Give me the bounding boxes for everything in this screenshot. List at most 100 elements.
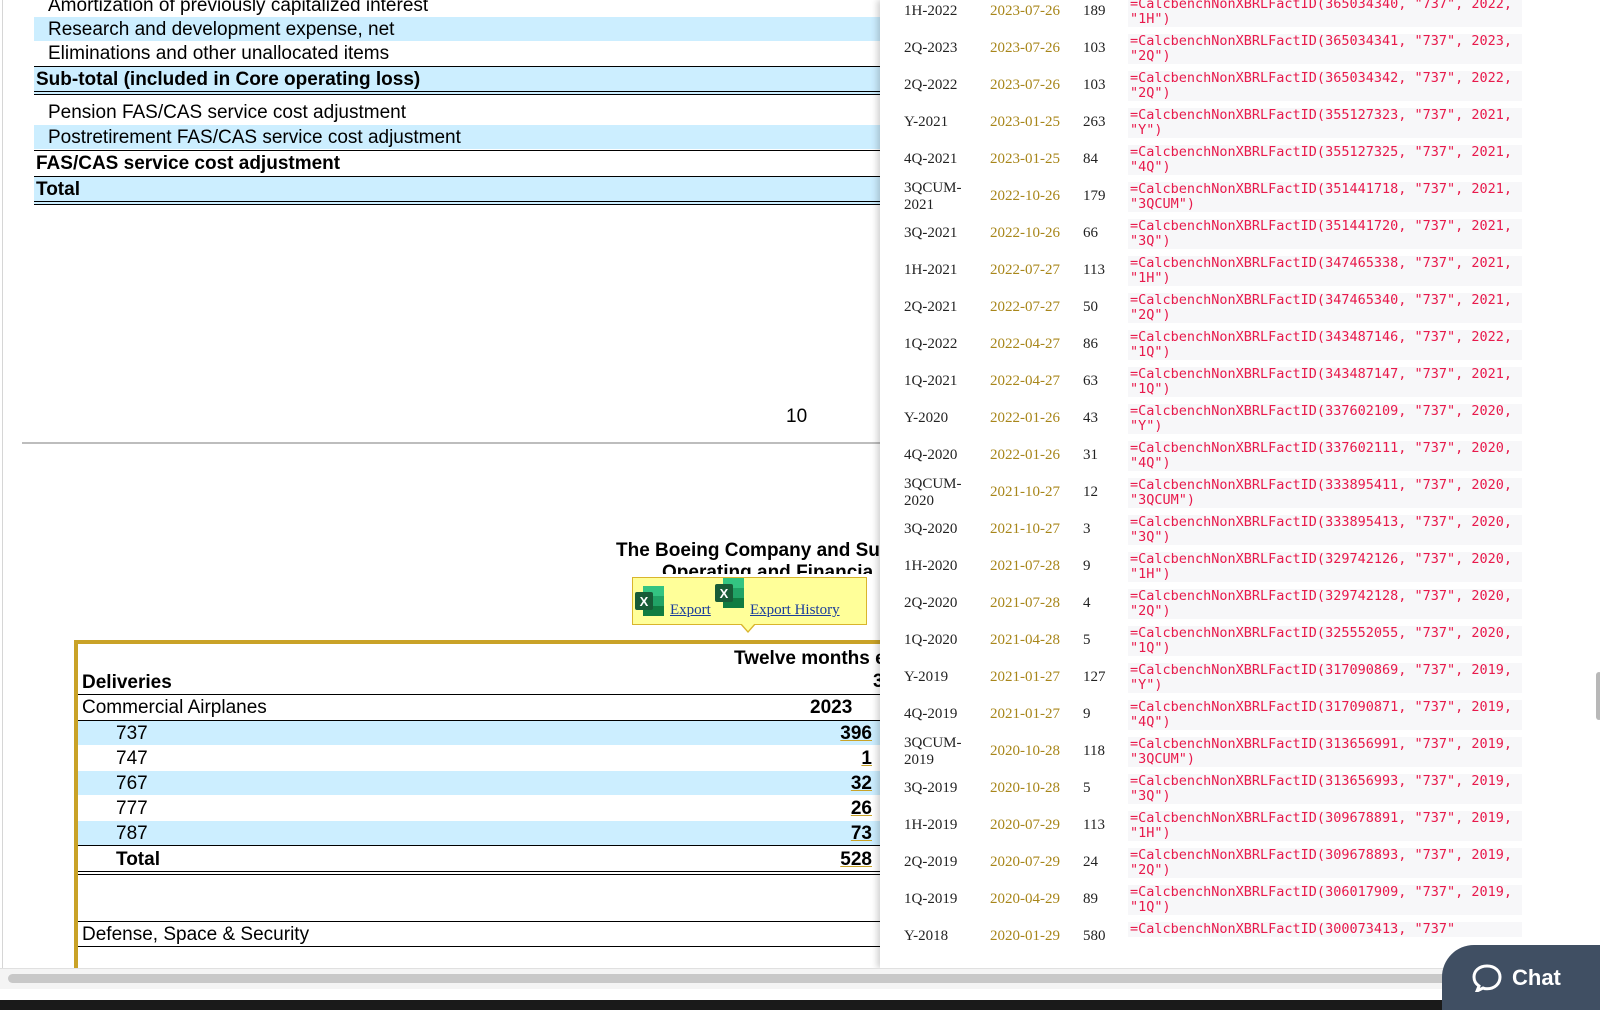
fact-formula[interactable]: =CalcbenchNonXBRLFactID(300073413, "737" [1128,922,1522,937]
fact-formula[interactable]: =CalcbenchNonXBRLFactID(306017909, "737"… [1128,885,1522,915]
fact-formula[interactable]: =CalcbenchNonXBRLFactID(329742128, "737"… [1128,589,1522,619]
delivery-value[interactable]: 396 [840,723,872,745]
row-label: Postretirement FAS/CAS service cost adju… [48,127,461,148]
fact-row[interactable]: 4Q-2019 2021-01-27 9 =CalcbenchNonXBRLFactI… [880,696,1600,733]
fact-row[interactable]: 3Q-2019 2020-10-28 5 =CalcbenchNonXBRLFactI… [880,770,1600,807]
fact-date: 2022-01-26 [990,447,1060,463]
popup-tail-fill [741,623,755,631]
fact-formula[interactable]: =CalcbenchNonXBRLFactID(351441718, "737"… [1128,182,1522,212]
statement-title: The Boeing Company and Su [616,540,880,561]
fact-date: 2022-01-26 [990,410,1060,426]
deliveries-table: Twelve months e 3 Deliveries Commercial … [74,640,880,968]
fact-formula[interactable]: =CalcbenchNonXBRLFactID(309678891, "737"… [1128,811,1522,841]
fact-formula[interactable]: =CalcbenchNonXBRLFactID(355127323, "737"… [1128,108,1522,138]
fact-formula[interactable]: =CalcbenchNonXBRLFactID(313656993, "737"… [1128,774,1522,804]
fact-formula[interactable]: =CalcbenchNonXBRLFactID(355127325, "737"… [1128,145,1522,175]
fact-value: 66 [1083,225,1098,241]
fact-row[interactable]: 2Q-2023 2023-07-26 103 =CalcbenchNonXBRLFac… [880,30,1600,67]
fact-date: 2020-07-29 [990,854,1060,870]
fact-row[interactable]: 1Q-2021 2022-04-27 63 =CalcbenchNonXBRLFact… [880,363,1600,400]
fact-row[interactable]: Y-2021 2023-01-25 263 =CalcbenchNonXBRLFact… [880,104,1600,141]
fact-period: 1H-2021 [904,262,958,278]
fact-row[interactable]: 1Q-2022 2022-04-27 86 =CalcbenchNonXBRLFact… [880,326,1600,363]
export-history-link[interactable]: Export History [750,602,840,619]
fact-period: 1Q-2021 [904,373,958,389]
excel-icon[interactable]: X [635,585,665,617]
fact-row[interactable]: 1Q-2020 2021-04-28 5 =CalcbenchNonXBRLFactI… [880,622,1600,659]
fact-value: 5 [1083,780,1091,796]
fact-row[interactable]: Y-2020 2022-01-26 43 =CalcbenchNonXBRLFactI… [880,400,1600,437]
fact-formula[interactable]: =CalcbenchNonXBRLFactID(343487147, "737"… [1128,367,1522,397]
fact-period: 4Q-2020 [904,447,958,463]
fact-row[interactable]: 1H-2022 2023-07-26 189 =CalcbenchNonXBRLFac… [880,0,1600,30]
horizontal-scroll-thumb[interactable] [8,974,1448,983]
fact-row[interactable]: 3QCUM- 2020 2021-10-27 12 =CalcbenchNonXBRL… [880,474,1600,511]
fact-period: Y-2021 [904,114,949,130]
table-row: 737 396 [78,721,880,745]
fact-date: 2020-01-29 [990,928,1060,944]
fact-row[interactable]: 3QCUM- 2021 2022-10-26 179 =CalcbenchNonXBR… [880,178,1600,215]
vertical-scroll-thumb[interactable] [1596,672,1600,720]
fact-period: 4Q-2019 [904,706,958,722]
row-pension-adjustment: Pension FAS/CAS service cost adjustment [34,100,880,124]
fact-date: 2022-07-27 [990,262,1060,278]
fact-date: 2021-10-27 [990,484,1060,500]
fact-row[interactable]: Y-2019 2021-01-27 127 =CalcbenchNonXBRLFact… [880,659,1600,696]
fact-value: 12 [1083,484,1098,500]
fact-formula[interactable]: =CalcbenchNonXBRLFactID(309678893, "737"… [1128,848,1522,878]
fact-row[interactable]: 2Q-2019 2020-07-29 24 =CalcbenchNonXBRLFact… [880,844,1600,881]
fact-formula[interactable]: =CalcbenchNonXBRLFactID(351441720, "737"… [1128,219,1522,249]
fact-row[interactable]: 4Q-2021 2023-01-25 84 =CalcbenchNonXBRLFact… [880,141,1600,178]
fact-formula[interactable]: =CalcbenchNonXBRLFactID(347465340, "737"… [1128,293,1522,323]
fact-formula[interactable]: =CalcbenchNonXBRLFactID(343487146, "737"… [1128,330,1522,360]
fact-value: 113 [1083,262,1105,278]
table-row: 787 73 [78,821,880,846]
fact-row[interactable]: 1Q-2019 2020-04-29 89 =CalcbenchNonXBRLFact… [880,881,1600,918]
fact-row[interactable]: 4Q-2020 2022-01-26 31 =CalcbenchNonXBRLFact… [880,437,1600,474]
total-value[interactable]: 528 [840,849,872,871]
delivery-value[interactable]: 26 [851,798,872,820]
fact-value: 9 [1083,706,1091,722]
fact-formula[interactable]: =CalcbenchNonXBRLFactID(365034341, "737"… [1128,34,1522,64]
fact-date: 2023-01-25 [990,151,1060,167]
fact-row[interactable]: 2Q-2022 2023-07-26 103 =CalcbenchNonXBRLFac… [880,67,1600,104]
fact-formula[interactable]: =CalcbenchNonXBRLFactID(365034340, "737"… [1128,0,1522,27]
fact-period: 3Q-2019 [904,780,958,796]
fact-value: 127 [1083,669,1106,685]
fact-value: 189 [1083,3,1106,19]
fact-formula[interactable]: =CalcbenchNonXBRLFactID(333895411, "737"… [1128,478,1522,508]
fact-row[interactable]: 1H-2019 2020-07-29 113 =CalcbenchNonXBRLFac… [880,807,1600,844]
fact-formula[interactable]: =CalcbenchNonXBRLFactID(313656991, "737"… [1128,737,1522,767]
fact-formula[interactable]: =CalcbenchNonXBRLFactID(337602111, "737"… [1128,441,1522,471]
fact-row[interactable]: 3QCUM- 2019 2020-10-28 118 =CalcbenchNonXBR… [880,733,1600,770]
delivery-value[interactable]: 73 [851,823,872,845]
fact-period: 3QCUM- 2019 [904,735,962,768]
fact-formula[interactable]: =CalcbenchNonXBRLFactID(317090869, "737"… [1128,663,1522,693]
excel-history-icon[interactable]: X [715,577,745,609]
delivery-value[interactable]: 32 [851,773,872,795]
fact-period: 2Q-2019 [904,854,958,870]
fact-formula[interactable]: =CalcbenchNonXBRLFactID(347465338, "737"… [1128,256,1522,286]
fact-row[interactable]: 3Q-2020 2021-10-27 3 =CalcbenchNonXBRLFactI… [880,511,1600,548]
fact-formula[interactable]: =CalcbenchNonXBRLFactID(365034342, "737"… [1128,71,1522,101]
row-research-development: Research and development expense, net [34,17,880,41]
segment-label: Commercial Airplanes [82,697,267,718]
export-link[interactable]: Export [670,602,711,619]
fact-formula[interactable]: =CalcbenchNonXBRLFactID(337602109, "737"… [1128,404,1522,434]
page-break-divider [22,442,880,444]
fact-row[interactable]: 2Q-2020 2021-07-28 4 =CalcbenchNonXBRLFactI… [880,585,1600,622]
fact-formula[interactable]: =CalcbenchNonXBRLFactID(333895413, "737"… [1128,515,1522,545]
chat-button[interactable]: Chat [1442,945,1600,1010]
fact-row[interactable]: 1H-2020 2021-07-28 9 =CalcbenchNonXBRLFactI… [880,548,1600,585]
row-label: Total [36,179,80,200]
row-label: Research and development expense, net [48,19,395,40]
delivery-value[interactable]: 1 [861,748,872,770]
table-row: 767 32 [78,771,880,795]
fact-formula[interactable]: =CalcbenchNonXBRLFactID(329742126, "737"… [1128,552,1522,582]
fact-formula[interactable]: =CalcbenchNonXBRLFactID(317090871, "737"… [1128,700,1522,730]
fact-formula[interactable]: =CalcbenchNonXBRLFactID(325552055, "737"… [1128,626,1522,656]
fact-row[interactable]: 2Q-2021 2022-07-27 50 =CalcbenchNonXBRLFact… [880,289,1600,326]
fact-row[interactable]: 1H-2021 2022-07-27 113 =CalcbenchNonXBRLFac… [880,252,1600,289]
fact-row[interactable]: 3Q-2021 2022-10-26 66 =CalcbenchNonXBRLFact… [880,215,1600,252]
fact-date: 2020-04-29 [990,891,1060,907]
